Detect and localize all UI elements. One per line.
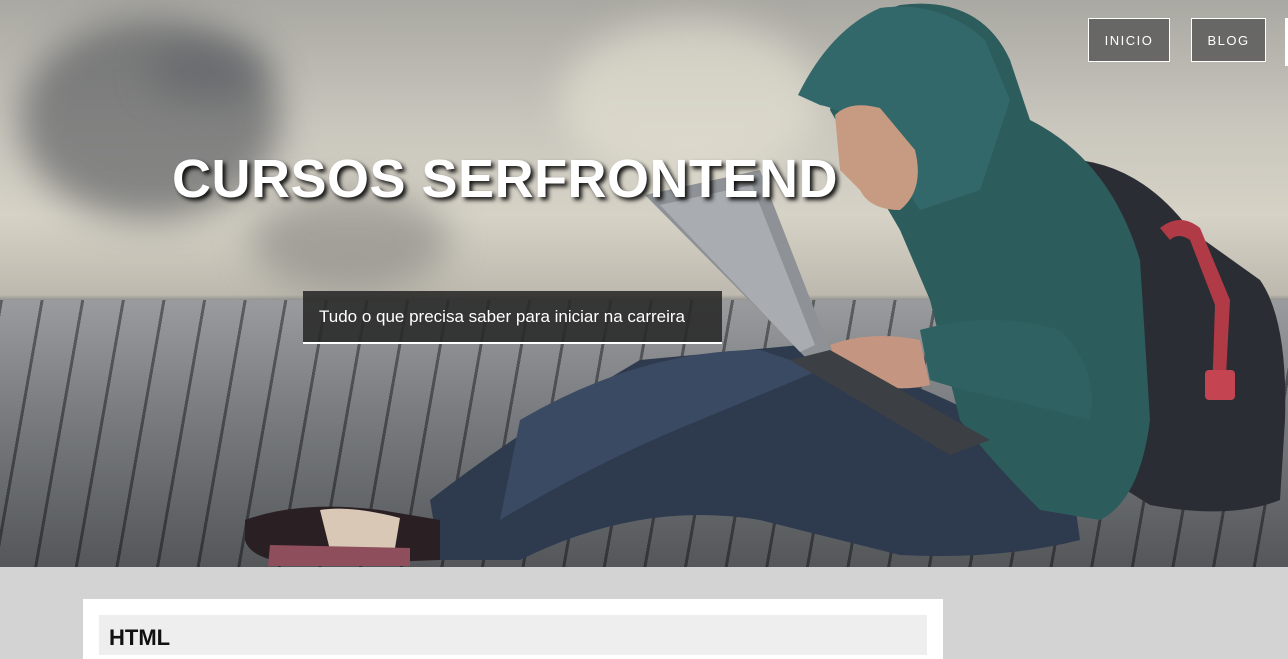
- hero-subtitle-box: Tudo o que precisa saber para iniciar na…: [303, 291, 722, 344]
- course-card-title: HTML: [109, 625, 171, 650]
- course-card-header: HTML: [99, 615, 927, 655]
- course-card: HTML: [83, 599, 943, 659]
- top-nav: INICIO BLOG: [1088, 18, 1266, 62]
- hero-banner: CURSOS SERFRONTEND Tudo o que precisa sa…: [0, 0, 1288, 567]
- hero-subtitle: Tudo o que precisa saber para iniciar na…: [319, 306, 686, 326]
- hero-title: CURSOS SERFRONTEND: [172, 149, 839, 209]
- nav-blog-button[interactable]: BLOG: [1191, 18, 1266, 62]
- person-with-laptop-image: [245, 3, 1286, 566]
- nav-inicio-button[interactable]: INICIO: [1088, 18, 1170, 62]
